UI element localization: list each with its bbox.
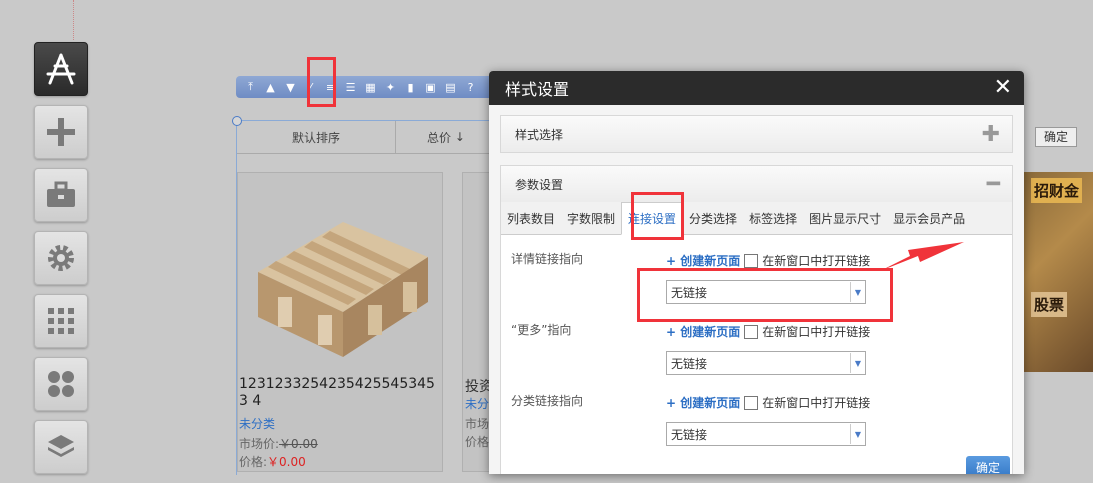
product-card[interactable]: 12312332542354255453453 4 未分类 市场价:￥0.00 … — [237, 172, 443, 472]
magic-icon[interactable]: ✦ — [382, 79, 399, 96]
chevron-down-icon: ▼ — [850, 353, 865, 373]
sort-total-label: 总价 — [427, 130, 452, 145]
module-toolbar: ⤒ ▲ ▼ ⁄ ≡ ☰ ▦ ✦ ▮ ▣ ▤ ? — [236, 76, 504, 98]
tab-category-select[interactable]: 分类选择 — [683, 202, 743, 234]
layers-icon[interactable] — [34, 420, 88, 474]
category-link-value: 无链接 — [671, 427, 708, 442]
style-select-title: 样式选择 — [515, 127, 564, 142]
help-icon[interactable]: ? — [462, 79, 479, 96]
more-link-select[interactable]: 无链接 ▼ — [666, 351, 866, 375]
plus-icon[interactable] — [34, 105, 88, 159]
param-header[interactable]: 参数设置 ━ — [501, 166, 1012, 202]
annotation-arrow-icon — [880, 242, 964, 271]
style-select-header[interactable]: 样式选择 ✚ — [501, 116, 1012, 152]
price-value: ￥0.00 — [267, 455, 306, 469]
tab-member-products[interactable]: 显示会员产品 — [887, 202, 971, 234]
pallet-image — [258, 222, 428, 357]
move-up-icon[interactable]: ▲ — [262, 79, 279, 96]
more-link-value: 无链接 — [671, 356, 708, 371]
new-window-label: 在新窗口中打开链接 — [762, 325, 871, 339]
create-page-link[interactable]: + 创建新页面 — [666, 394, 740, 411]
dialog-title: 样式设置 — [505, 80, 570, 99]
product-market-2: 市场 — [465, 417, 490, 431]
delete-icon[interactable]: ▤ — [442, 79, 459, 96]
tab-word-limit[interactable]: 字数限制 — [561, 202, 621, 234]
product-price-2: 价格 — [465, 435, 490, 449]
chevron-down-icon: ▼ — [850, 424, 865, 444]
list-icon[interactable]: ☰ — [342, 79, 359, 96]
expand-icon[interactable]: ✚ — [982, 122, 1000, 147]
chart-icon[interactable]: ▮ — [402, 79, 419, 96]
banner-image: 招财金 股票 — [1023, 172, 1093, 372]
new-window-checkbox[interactable] — [744, 395, 759, 410]
category-link-label: 分类链接指向 — [511, 394, 584, 408]
toolbox-icon[interactable] — [34, 168, 88, 222]
grid-icon[interactable] — [34, 294, 88, 348]
market-price-label: 市场价: — [239, 437, 280, 451]
sort-bar: 默认排序 总价 ↓ — [237, 121, 497, 154]
more-link-label: “更多”指向 — [511, 323, 572, 337]
param-tabs: 列表数目 字数限制 连接设置 分类选择 标签选择 图片显示尺寸 显示会员产品 — [501, 202, 1012, 235]
app-store-icon[interactable] — [34, 42, 88, 96]
new-window-checkbox[interactable] — [744, 324, 759, 339]
new-window-label: 在新窗口中打开链接 — [762, 254, 871, 268]
module-confirm-button[interactable]: 确定 — [1035, 127, 1078, 147]
create-page-link[interactable]: + 创建新页面 — [666, 323, 740, 340]
tab-list-count[interactable]: 列表数目 — [501, 202, 561, 234]
more-link-options: + 创建新页面 在新窗口中打开链接 — [666, 323, 870, 340]
move-top-icon[interactable]: ⤒ — [242, 79, 259, 96]
confirm-button[interactable]: 确定 — [966, 456, 1010, 474]
close-icon[interactable]: ✕ — [994, 77, 1012, 99]
left-sidebar — [34, 42, 88, 483]
new-window-checkbox[interactable] — [744, 253, 759, 268]
sort-total[interactable]: 总价 ↓ — [396, 121, 496, 153]
lock-icon[interactable]: ▣ — [422, 79, 439, 96]
highlight-select — [637, 268, 893, 322]
sort-arrow-icon: ↓ — [454, 130, 465, 144]
category-link-options: + 创建新页面 在新窗口中打开链接 — [666, 394, 870, 411]
detail-link-options: + 创建新页面 在新窗口中打开链接 — [666, 252, 870, 269]
move-down-icon[interactable]: ▼ — [282, 79, 299, 96]
product-title[interactable]: 12312332542354255453453 4 — [239, 376, 439, 410]
product-price: 价格:￥0.00 — [239, 453, 306, 470]
table-icon[interactable]: ▦ — [362, 79, 379, 96]
product-market-price: 市场价:￥0.00 — [239, 435, 318, 452]
detail-link-label: 详情链接指向 — [511, 252, 584, 266]
style-select-section: 样式选择 ✚ — [500, 115, 1013, 153]
banner-text-2: 股票 — [1031, 292, 1068, 317]
tab-tag-select[interactable]: 标签选择 — [743, 202, 803, 234]
dialog-header: 样式设置 ✕ — [489, 71, 1024, 105]
create-page-link[interactable]: + 创建新页面 — [666, 252, 740, 269]
gear-icon[interactable] — [34, 231, 88, 285]
new-window-label: 在新窗口中打开链接 — [762, 396, 871, 410]
banner-text-1: 招财金 — [1031, 178, 1083, 203]
product-category-2: 未分 — [465, 397, 490, 411]
market-price-value: ￥0.00 — [279, 437, 318, 451]
collapse-icon[interactable]: ━ — [987, 172, 1000, 197]
clover-icon[interactable] — [34, 357, 88, 411]
highlight-link-tab — [631, 192, 684, 240]
tab-image-size[interactable]: 图片显示尺寸 — [803, 202, 887, 234]
param-title: 参数设置 — [515, 177, 564, 192]
guide-line — [73, 0, 74, 40]
highlight-toolbar-button — [307, 57, 336, 107]
sort-default[interactable]: 默认排序 — [237, 121, 396, 153]
product-category[interactable]: 未分类 — [239, 415, 275, 432]
price-label: 价格: — [239, 455, 268, 469]
category-link-select[interactable]: 无链接 ▼ — [666, 422, 866, 446]
